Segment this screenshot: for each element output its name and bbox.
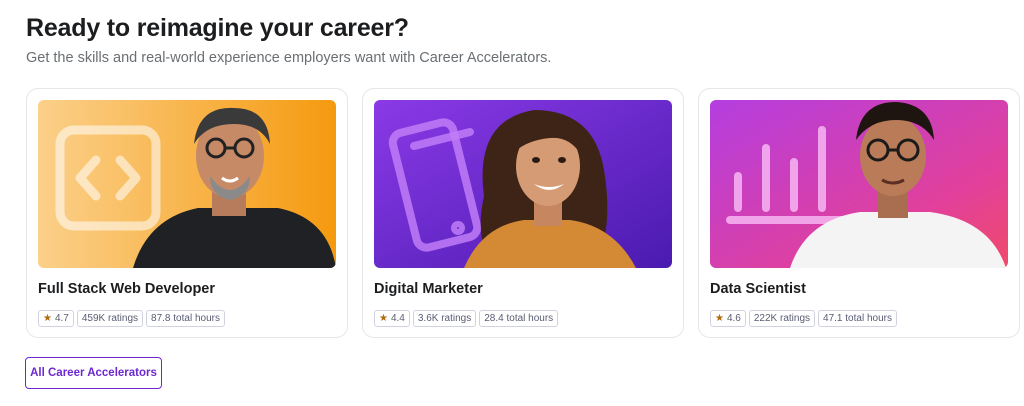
star-icon: ★: [43, 312, 52, 324]
star-icon: ★: [379, 312, 388, 324]
card-image[interactable]: [710, 100, 1008, 268]
hours-badge: 87.8 total hours: [146, 310, 225, 327]
card-title[interactable]: Full Stack Web Developer: [38, 281, 215, 297]
card-title[interactable]: Digital Marketer: [374, 281, 483, 297]
hours-badge: 28.4 total hours: [479, 310, 559, 327]
card-stats: ★ 4.4 3.6K ratings 28.4 total hours: [374, 310, 559, 327]
page-subtitle: Get the skills and real-world experience…: [26, 50, 552, 66]
all-career-accelerators-button[interactable]: All Career Accelerators: [25, 357, 162, 389]
rating-badge: ★ 4.7: [38, 310, 74, 327]
hours-badge: 47.1 total hours: [818, 310, 897, 327]
career-card-digital-marketer[interactable]: Digital Marketer ★ 4.4 3.6K ratings 28.4…: [362, 88, 684, 338]
ratings-count-badge: 222K ratings: [748, 310, 816, 327]
career-card-data-scientist[interactable]: Data Scientist ★ 4.6 222K ratings 47.1 t…: [698, 88, 1020, 338]
card-stats: ★ 4.7 459K ratings 87.8 total hours: [38, 310, 225, 327]
card-stats: ★ 4.6 222K ratings 47.1 total hours: [710, 310, 897, 327]
rating-value: 4.7: [54, 313, 69, 324]
rating-badge: ★ 4.4: [374, 310, 410, 327]
star-icon: ★: [715, 312, 724, 324]
ratings-count-badge: 459K ratings: [76, 310, 144, 327]
ratings-count-badge: 3.6K ratings: [412, 310, 477, 327]
card-image[interactable]: [374, 100, 672, 268]
career-card-full-stack[interactable]: Full Stack Web Developer ★ 4.7 459K rati…: [26, 88, 348, 338]
card-image[interactable]: [38, 100, 336, 268]
rating-value: 4.6: [726, 313, 741, 324]
rating-value: 4.4: [390, 313, 405, 324]
rating-badge: ★ 4.6: [710, 310, 746, 327]
page-title: Ready to reimagine your career?: [26, 14, 409, 42]
card-title[interactable]: Data Scientist: [710, 281, 806, 297]
